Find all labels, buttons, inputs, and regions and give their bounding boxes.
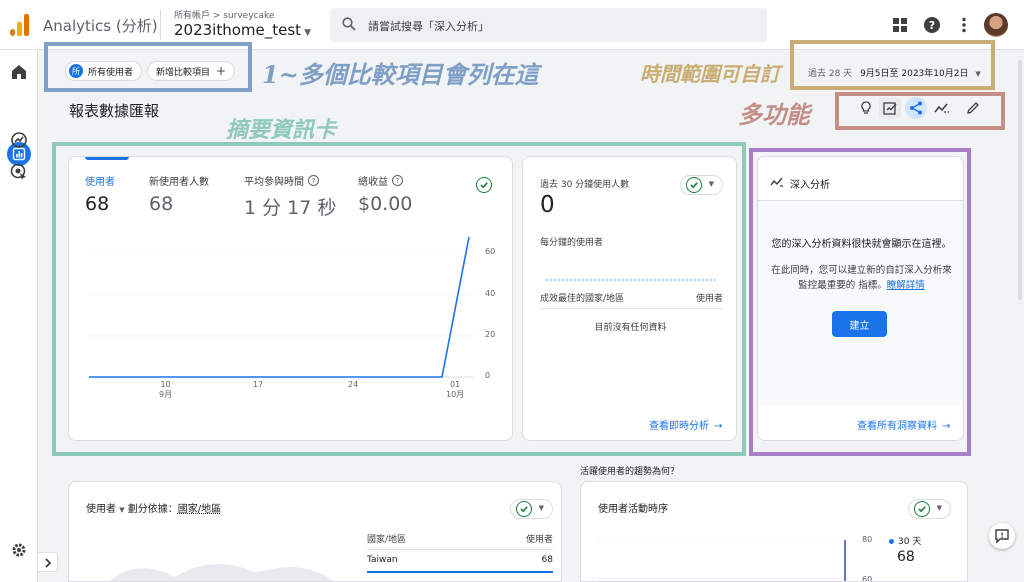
search-input[interactable]: 請嘗試搜尋「深入分析」 — [330, 8, 767, 42]
activity-chart — [598, 538, 848, 581]
caret-down-icon: ▼ — [538, 504, 544, 512]
advertising-icon[interactable] — [9, 162, 29, 182]
activity-legend: 30 天 68 — [889, 534, 921, 565]
settings-icon[interactable] — [9, 540, 29, 560]
caret-down-icon: ▼ — [119, 506, 125, 514]
annotation-box-date — [790, 40, 995, 90]
geo-metric[interactable]: 使用者 — [86, 504, 116, 515]
more-vert-icon[interactable] — [955, 16, 973, 34]
legend-value: 68 — [897, 549, 915, 565]
geo-dim-prefix: 劃分依據： — [127, 504, 178, 515]
analytics-logo[interactable] — [10, 14, 30, 36]
legend-dot — [889, 539, 894, 544]
geo-card: 使用者 ▼ 劃分依據：國家/地區 ▼ 國家/地區 使用者 Taiwan 68 — [68, 481, 562, 582]
annotation-text-summary: 摘要資訊卡 — [226, 117, 337, 143]
y-tick-label: 80 — [862, 535, 873, 544]
feedback-button[interactable] — [989, 523, 1015, 549]
avatar[interactable] — [984, 13, 1008, 37]
geo-table-header: 國家/地區 使用者 — [367, 532, 553, 550]
col-country: 國家/地區 — [367, 535, 407, 545]
col-users: 使用者 — [525, 535, 553, 545]
annotation-text-comparison: 1~多個比較項目會列在這 — [262, 60, 539, 89]
help-icon[interactable]: ? — [923, 16, 941, 34]
page-title: 報表數據匯報 — [69, 102, 160, 120]
geo-options-dropdown[interactable]: ▼ — [510, 499, 553, 519]
explore-icon[interactable] — [9, 130, 29, 150]
chevron-right-icon — [45, 558, 52, 568]
activity-title: 使用者活動時序 — [598, 504, 668, 515]
home-icon[interactable] — [9, 62, 29, 82]
row-value-bar — [367, 571, 553, 573]
scrollbar[interactable] — [1018, 60, 1022, 300]
apps-grid-icon[interactable] — [891, 16, 909, 34]
table-row[interactable]: Taiwan 68 — [367, 555, 553, 565]
annotation-text-tools: 多功能 — [738, 100, 810, 129]
account-breadcrumb[interactable]: 所有帳戶 > surveycake — [174, 8, 274, 21]
row-users: 68 — [541, 555, 553, 565]
row-country: Taiwan — [367, 555, 398, 565]
activity-card: 使用者活動時序 ▼ 80 60 30 天 68 — [580, 481, 968, 582]
caret-down-icon: ▼ — [304, 28, 311, 38]
search-placeholder: 請嘗試搜尋「深入分析」 — [368, 20, 489, 33]
geo-title[interactable]: 使用者 ▼ 劃分依據：國家/地區 — [86, 500, 221, 515]
header-divider — [160, 10, 161, 40]
y-tick-label: 60 — [862, 575, 873, 582]
world-map — [110, 564, 333, 581]
expand-nav-button[interactable] — [38, 552, 58, 572]
annotation-box-summary — [52, 142, 746, 456]
check-circle-icon — [914, 501, 930, 517]
section-heading: 活躍使用者的趨勢為何？ — [580, 467, 680, 477]
geo-dimension[interactable]: 國家/地區 — [178, 504, 221, 515]
caret-down-icon: ▼ — [936, 504, 942, 512]
annotation-box-tools — [835, 92, 1005, 130]
property-selector[interactable]: 2023ithome_test ▼ — [174, 21, 311, 39]
left-nav — [0, 50, 38, 582]
annotation-text-date: 時間範圍可自訂 — [640, 62, 780, 86]
app-title: Analytics (分析) — [43, 17, 158, 35]
property-name: 2023ithome_test — [174, 21, 302, 39]
feedback-icon — [995, 529, 1009, 544]
search-icon — [342, 17, 356, 31]
svg-text:?: ? — [929, 19, 935, 32]
activity-options-dropdown[interactable]: ▼ — [908, 499, 951, 519]
check-circle-icon — [516, 501, 532, 517]
legend-label: 30 天 — [898, 537, 922, 547]
annotation-box-insights — [749, 148, 971, 456]
annotation-box-comparison — [44, 42, 252, 92]
